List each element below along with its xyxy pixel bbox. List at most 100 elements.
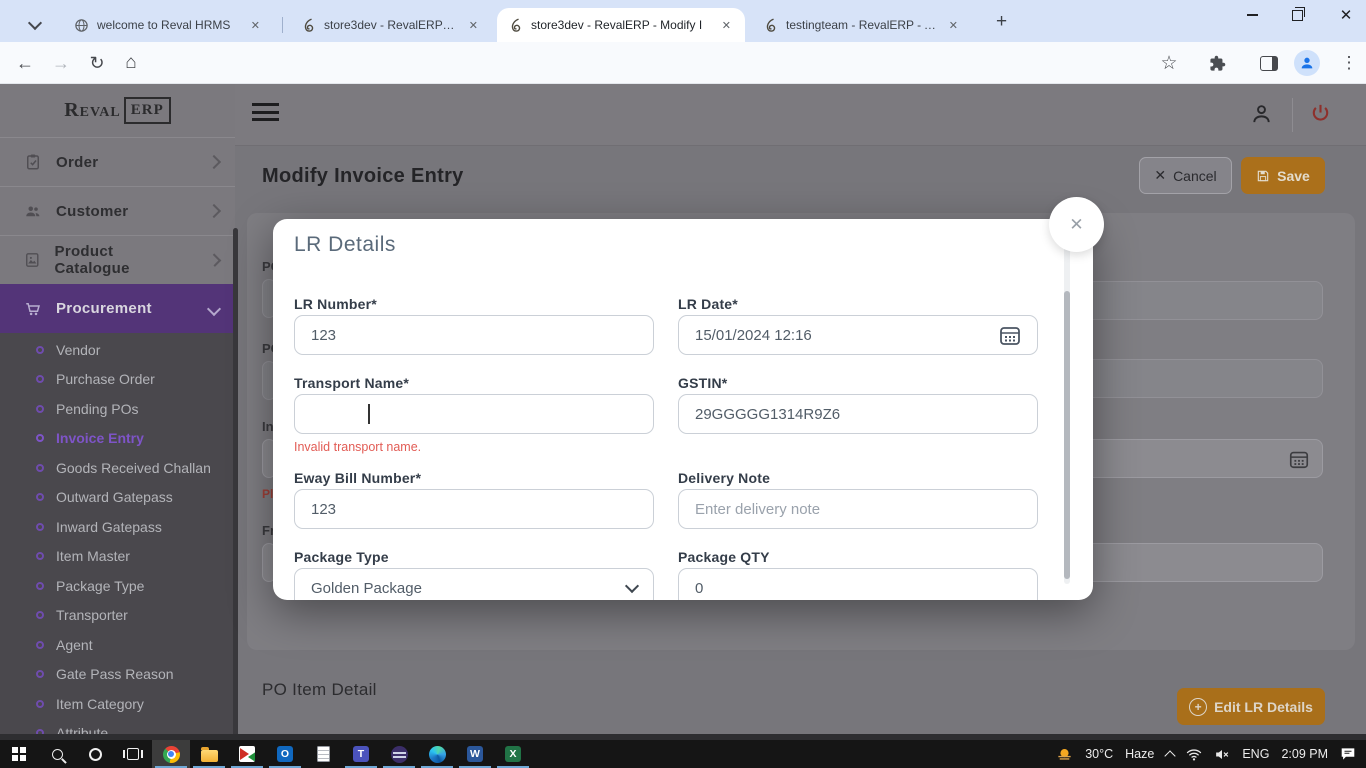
- sidebar-item-order[interactable]: Order: [0, 137, 235, 186]
- teams-icon: T: [353, 746, 369, 762]
- start-button[interactable]: [0, 740, 38, 768]
- back-icon[interactable]: ←: [8, 42, 42, 84]
- sidebar-subitem-item-master[interactable]: Item Master: [0, 542, 235, 572]
- sidebar-subitem-pending-pos[interactable]: Pending POs: [0, 394, 235, 424]
- sidebar-item-label: Customer: [56, 203, 128, 220]
- gstin-input[interactable]: [678, 394, 1038, 434]
- tab-revalerp-add-v[interactable]: testingteam - RevalERP - Add V ✕: [752, 8, 972, 42]
- taskbar-outlook[interactable]: O: [266, 740, 304, 768]
- transport-name-input[interactable]: [294, 394, 654, 434]
- sidebar-subitem-gate-pass-reason[interactable]: Gate Pass Reason: [0, 660, 235, 690]
- tray-language[interactable]: ENG: [1242, 747, 1269, 761]
- hamburger-menu-icon[interactable]: [252, 103, 279, 126]
- new-tab-button[interactable]: +: [996, 12, 1007, 31]
- calendar-icon[interactable]: [998, 323, 1022, 347]
- eway-bill-label: Eway Bill Number*: [294, 470, 421, 486]
- lr-date-label: LR Date*: [678, 296, 738, 312]
- taskbar-eclipse[interactable]: [380, 740, 418, 768]
- task-view-button[interactable]: [114, 740, 152, 768]
- cortana-button[interactable]: [76, 740, 114, 768]
- taskbar-edge[interactable]: [418, 740, 456, 768]
- procurement-submenu: Vendor Purchase Order Pending POs Invoic…: [0, 333, 235, 740]
- sidebar-subitem-package-type[interactable]: Package Type: [0, 571, 235, 601]
- tray-temperature[interactable]: 30°C: [1085, 747, 1113, 761]
- edit-lr-details-button[interactable]: + Edit LR Details: [1177, 688, 1325, 725]
- home-icon[interactable]: ⌂: [114, 42, 148, 84]
- tab-close-icon[interactable]: ✕: [247, 17, 264, 34]
- notepad-icon: [317, 746, 330, 762]
- sidebar-subitem-invoice-entry[interactable]: Invoice Entry: [0, 424, 235, 454]
- sidebar-subitem-vendor[interactable]: Vendor: [0, 335, 235, 365]
- screen: welcome to Reval HRMS ✕ store3dev - Reva…: [0, 0, 1366, 768]
- tab-revalerp-add-inv[interactable]: store3dev - RevalERP - Add Inv ✕: [290, 8, 492, 42]
- taskbar-media-viewer[interactable]: [228, 740, 266, 768]
- tray-clock[interactable]: 2:09 PM: [1281, 747, 1328, 761]
- tab-reval-hrms[interactable]: welcome to Reval HRMS ✕: [62, 8, 274, 42]
- weather-haze-icon[interactable]: [1056, 747, 1073, 762]
- package-type-select[interactable]: Golden Package: [294, 568, 654, 600]
- sidebar-subitem-outward-gatepass[interactable]: Outward Gatepass: [0, 483, 235, 513]
- bullet-icon: [36, 552, 44, 560]
- modal-close-button[interactable]: ✕: [1049, 197, 1104, 252]
- calendar-icon[interactable]: [1288, 448, 1310, 470]
- reload-icon[interactable]: ↻: [80, 42, 114, 84]
- sidebar-item-customer[interactable]: Customer: [0, 186, 235, 235]
- cortana-icon: [89, 748, 102, 761]
- lr-date-input[interactable]: [678, 315, 1038, 355]
- save-button[interactable]: Save: [1241, 157, 1325, 194]
- delivery-note-input[interactable]: [678, 489, 1038, 529]
- sidebar-subitem-inward-gatepass[interactable]: Inward Gatepass: [0, 512, 235, 542]
- sidebar-subitem-goods-received-challan[interactable]: Goods Received Challan: [0, 453, 235, 483]
- tab-close-icon[interactable]: ✕: [465, 17, 482, 34]
- sidebar-subitem-purchase-order[interactable]: Purchase Order: [0, 365, 235, 395]
- tab-close-icon[interactable]: ✕: [945, 17, 962, 34]
- package-qty-label: Package QTY: [678, 549, 770, 565]
- subitem-label: Item Category: [56, 696, 144, 712]
- taskbar-file-explorer[interactable]: [190, 740, 228, 768]
- sidebar-item-procurement[interactable]: Procurement: [0, 284, 235, 333]
- window-minimize-button[interactable]: [1235, 0, 1269, 30]
- chevron-down-icon: [625, 579, 639, 593]
- excel-icon: X: [505, 746, 521, 762]
- tab-revalerp-modify[interactable]: store3dev - RevalERP - Modify I ✕: [497, 8, 745, 42]
- logo-text: Reval: [64, 99, 121, 122]
- taskbar-chrome[interactable]: [152, 740, 190, 768]
- power-icon[interactable]: [1309, 102, 1332, 130]
- reval-logo-icon: [509, 18, 523, 33]
- window-close-button[interactable]: ✕: [1329, 0, 1363, 30]
- taskbar-word[interactable]: W: [456, 740, 494, 768]
- tray-chevron-up-icon[interactable]: [1165, 750, 1176, 761]
- sidebar-subitem-transporter[interactable]: Transporter: [0, 601, 235, 631]
- user-icon[interactable]: [1250, 102, 1273, 130]
- modal-scrollbar-thumb[interactable]: [1064, 291, 1070, 579]
- package-qty-input[interactable]: [678, 568, 1038, 600]
- lr-number-input[interactable]: [294, 315, 654, 355]
- window-restore-button[interactable]: [1280, 0, 1314, 30]
- cancel-button[interactable]: ✕ Cancel: [1139, 157, 1232, 194]
- eway-bill-input[interactable]: [294, 489, 654, 529]
- taskbar-teams[interactable]: T: [342, 740, 380, 768]
- sidebar-subitem-agent[interactable]: Agent: [0, 630, 235, 660]
- profile-avatar[interactable]: [1290, 42, 1324, 84]
- browser-menu-icon[interactable]: ⋮: [1332, 42, 1366, 84]
- sidebar-scrollbar[interactable]: [233, 228, 238, 740]
- sidebar-item-product-catalogue[interactable]: Product Catalogue: [0, 235, 235, 284]
- notification-center-icon[interactable]: [1340, 747, 1356, 761]
- save-icon: [1256, 169, 1270, 183]
- wifi-icon[interactable]: [1186, 748, 1202, 761]
- taskbar-excel[interactable]: X: [494, 740, 532, 768]
- tray-condition[interactable]: Haze: [1125, 747, 1154, 761]
- taskbar-notepad[interactable]: [304, 740, 342, 768]
- volume-muted-icon[interactable]: [1214, 748, 1230, 761]
- sidebar-subitem-item-category[interactable]: Item Category: [0, 689, 235, 719]
- extensions-icon[interactable]: [1200, 42, 1234, 84]
- bookmark-star-icon[interactable]: ☆: [1152, 42, 1186, 84]
- subitem-label: Item Master: [56, 548, 130, 564]
- subitem-label: Pending POs: [56, 401, 139, 417]
- tab-search-icon[interactable]: [30, 15, 40, 33]
- side-panel-icon[interactable]: [1252, 42, 1286, 84]
- forward-icon[interactable]: →: [44, 42, 78, 84]
- taskbar-search-button[interactable]: [38, 740, 76, 768]
- tab-close-icon[interactable]: ✕: [718, 17, 735, 34]
- lr-number-label: LR Number*: [294, 296, 377, 312]
